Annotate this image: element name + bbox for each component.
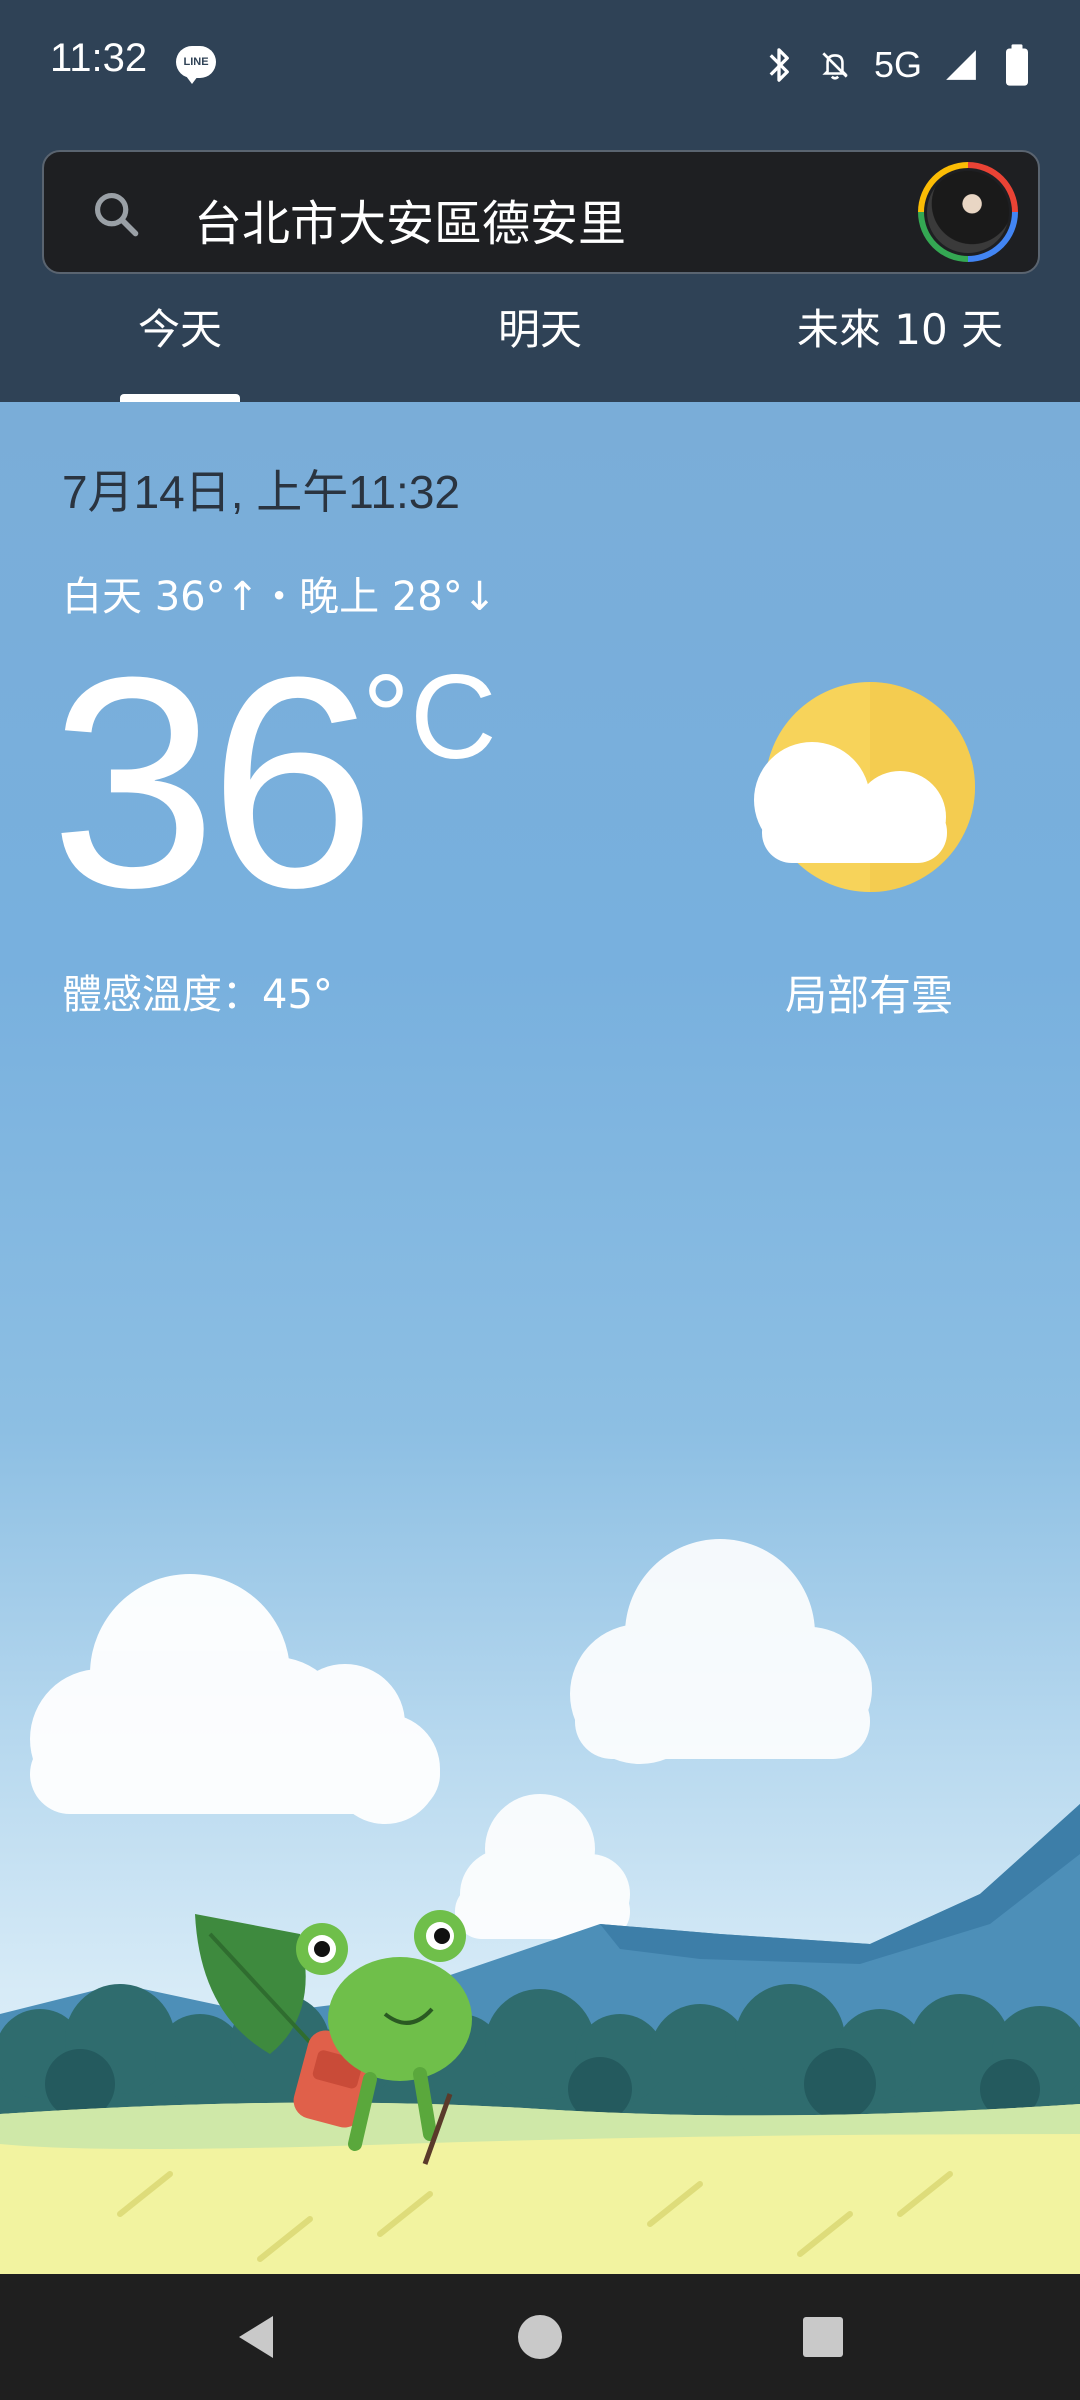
day-tabs: 今天 明天 未來 10 天 (0, 290, 1080, 402)
status-bar: 11:32 LINE 5G (0, 0, 1080, 130)
battery-icon (1006, 44, 1028, 86)
app-header: 台北市大安區德安里 今天 明天 未來 10 天 (0, 130, 1080, 402)
tab-active-indicator (120, 394, 240, 402)
tab-tomorrow[interactable]: 明天 (420, 290, 660, 402)
weather-illustration (0, 1539, 1080, 2274)
temperature-unit: °C (362, 650, 497, 784)
notifications-off-icon (822, 52, 848, 80)
signal-icon (946, 50, 976, 80)
current-temperature: 36 (50, 614, 376, 950)
tab-10-day[interactable]: 未來 10 天 (760, 290, 1040, 402)
location-text[interactable]: 台北市大安區德安里 (194, 184, 626, 254)
recents-icon[interactable] (790, 2304, 856, 2370)
tab-today-label: 今天 (137, 305, 222, 354)
home-icon[interactable] (507, 2304, 573, 2370)
cloud-right (570, 1539, 872, 1764)
system-nav-bar (0, 2274, 1080, 2400)
search-icon[interactable] (90, 188, 142, 240)
cloud-left (30, 1574, 440, 1824)
status-time: 11:32 (50, 36, 148, 80)
avatar-photo (924, 168, 1012, 256)
cloud-center (455, 1794, 630, 1939)
feels-like-temp: 體感溫度：45° (62, 972, 333, 1018)
status-icons: 5G (762, 40, 1034, 90)
back-icon[interactable] (225, 2304, 291, 2370)
tab-10-day-label: 未來 10 天 (796, 305, 1004, 354)
current-datetime: 7月14日, 上午11:32 (62, 466, 461, 518)
tab-today[interactable]: 今天 (60, 290, 300, 402)
location-search-bar[interactable]: 台北市大安區德安里 (42, 150, 1040, 274)
tab-tomorrow-label: 明天 (497, 305, 582, 354)
line-app-icon: LINE (176, 46, 216, 84)
bluetooth-icon (769, 48, 789, 82)
partly-cloudy-icon (754, 682, 975, 892)
weather-condition: 局部有雲 (785, 971, 954, 1020)
weather-panel: 7月14日, 上午11:32 白天 36°↑・晚上 28°↓ 36 °C 體感溫… (0, 402, 1080, 2274)
network-type: 5G (873, 44, 922, 85)
account-avatar[interactable] (918, 162, 1018, 262)
